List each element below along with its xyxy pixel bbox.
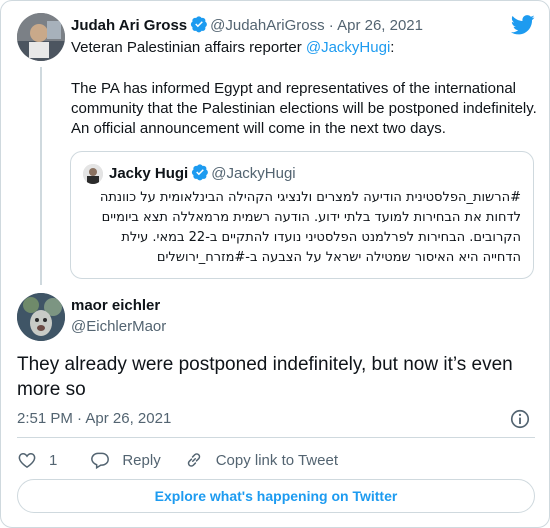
- tweet-time[interactable]: 2:51 PM: [17, 410, 73, 427]
- tweet-header: Judah Ari Gross @JudahAriGross · Apr 26, …: [71, 15, 423, 36]
- quoted-tweet[interactable]: Jacky Hugi @JackyHugi #הרשות_הפלסטינית הו…: [70, 151, 534, 279]
- twitter-bird-icon[interactable]: [511, 15, 535, 35]
- verified-badge-icon: [192, 164, 209, 181]
- verified-badge-icon: [191, 16, 208, 33]
- avatar[interactable]: [17, 13, 65, 61]
- author-name[interactable]: maor eichler: [71, 296, 160, 316]
- avatar[interactable]: [83, 164, 103, 184]
- bio-suffix: :: [390, 39, 395, 56]
- copy-link-label: Copy link to Tweet: [215, 451, 338, 469]
- like-count: 1: [49, 451, 58, 469]
- heart-icon: [18, 452, 36, 468]
- avatar[interactable]: [17, 293, 65, 341]
- tweet-date[interactable]: Apr 26, 2021: [337, 17, 423, 34]
- bio-prefix: Veteran Palestinian affairs reporter: [71, 39, 306, 56]
- tweet-text: They already were postponed indefinitely…: [17, 354, 513, 400]
- quoted-tweet-text: #הרשות_הפלסטינית הודיעה למצרים ולנציגי ה…: [99, 190, 521, 265]
- separator: ·: [77, 410, 83, 427]
- tweet-timestamp[interactable]: 2:51 PM · Apr 26, 2021: [17, 409, 171, 429]
- info-icon[interactable]: [509, 408, 531, 430]
- reply-button[interactable]: Reply: [90, 450, 161, 470]
- quoted-tweet-header: Jacky Hugi @JackyHugi: [109, 163, 296, 184]
- tweet-text: The PA has informed Egypt and representa…: [71, 80, 537, 137]
- like-button[interactable]: 1: [17, 450, 57, 470]
- author-handle[interactable]: @JudahAriGross: [210, 17, 324, 34]
- reply-label: Reply: [122, 451, 161, 469]
- link-icon: [187, 453, 200, 467]
- separator: ·: [328, 17, 334, 34]
- bio-mention-link[interactable]: @JackyHugi: [306, 39, 390, 56]
- tweet-date[interactable]: Apr 26, 2021: [85, 410, 171, 427]
- copy-link-button[interactable]: Copy link to Tweet: [184, 450, 338, 470]
- author-name[interactable]: Jacky Hugi: [109, 165, 188, 182]
- explore-button[interactable]: Explore what's happening on Twitter: [17, 479, 535, 513]
- author-bio: Veteran Palestinian affairs reporter @Ja…: [71, 38, 394, 58]
- tweet-actions: 1 Reply Copy link to Tweet: [17, 449, 338, 471]
- reply-bubble-icon: [91, 452, 110, 470]
- divider: [17, 437, 535, 438]
- author-handle[interactable]: @JackyHugi: [211, 165, 295, 182]
- author-handle[interactable]: @EichlerMaor: [71, 317, 166, 337]
- thread-line: [40, 67, 42, 285]
- author-name[interactable]: Judah Ari Gross: [71, 17, 187, 34]
- tweet-embed-card: Judah Ari Gross @JudahAriGross · Apr 26, …: [0, 0, 550, 528]
